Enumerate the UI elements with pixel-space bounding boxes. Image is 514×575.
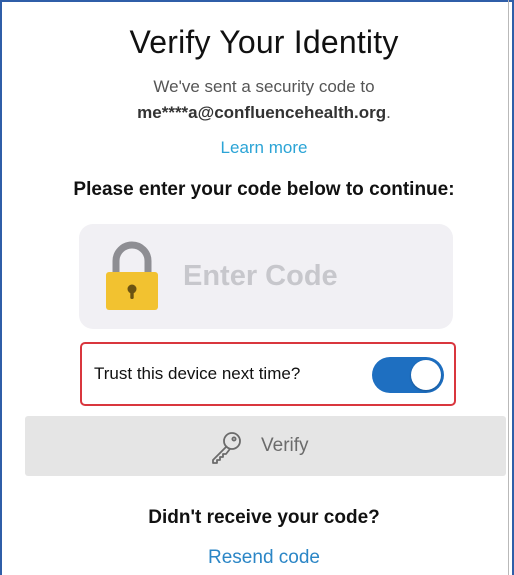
verify-button[interactable]: Verify [25,416,506,476]
trust-device-row: Trust this device next time? [80,342,456,406]
email-period: . [386,103,391,122]
page-title: Verify Your Identity [129,24,399,60]
panel-divider [508,0,509,575]
masked-email-line: me****a@confluencehealth.org. [2,103,514,123]
learn-more-link[interactable]: Learn more [2,138,514,158]
code-sent-message: We've sent a security code to [153,77,375,96]
trust-device-toggle[interactable] [372,357,444,393]
security-code-input[interactable]: Enter Code [79,224,453,329]
toggle-knob [411,360,441,390]
code-placeholder: Enter Code [183,260,338,292]
code-instruction: Please enter your code below to continue… [73,179,455,200]
verify-label: Verify [261,435,309,456]
resend-code-link[interactable]: Resend code [2,547,514,569]
no-code-heading: Didn't receive your code? [148,507,380,528]
verification-panel: Verify Your Identity We've sent a securi… [0,0,514,575]
trust-device-label: Trust this device next time? [94,364,301,383]
masked-email: me****a@confluencehealth.org [137,103,387,122]
padlock-icon [106,241,158,310]
key-icon [212,432,241,464]
